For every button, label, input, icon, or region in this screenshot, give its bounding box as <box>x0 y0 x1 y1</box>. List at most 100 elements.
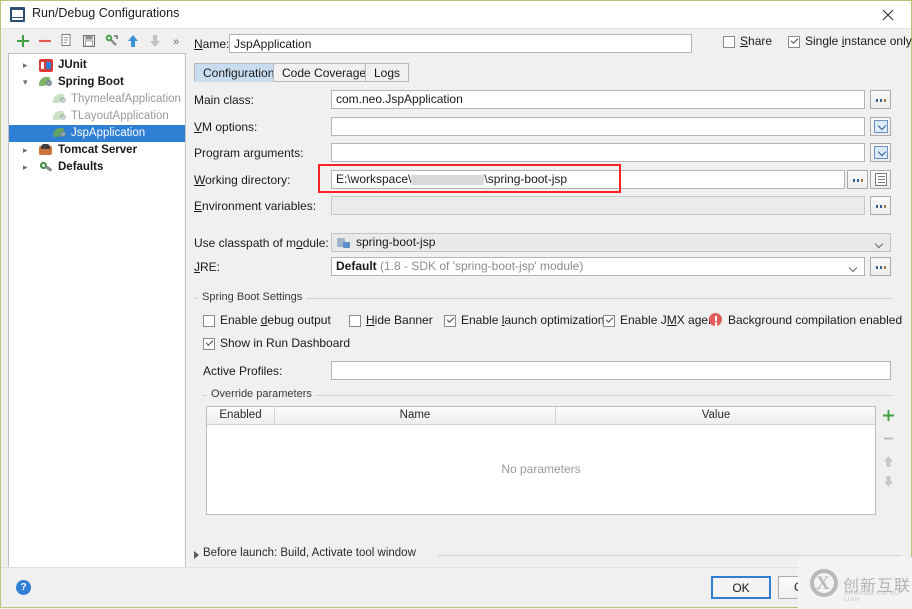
help-icon[interactable]: ? <box>16 580 31 595</box>
chevron-right-icon[interactable]: ▸ <box>23 159 33 176</box>
enable-debug-output-checkbox[interactable] <box>203 315 215 327</box>
spring-boot-icon <box>39 76 53 89</box>
watermark: X 创新互联 CHUANG XIN HU LIAN <box>798 557 912 609</box>
share-label: Share <box>740 34 773 48</box>
module-combobox[interactable]: spring-boot-jsp <box>331 233 891 252</box>
active-profiles-row: Active Profiles: <box>194 361 893 381</box>
redacted-path-segment <box>411 174 485 185</box>
enable-jmx-agent-checkbox[interactable] <box>603 315 615 327</box>
show-in-run-dashboard-label: Show in Run Dashboard <box>220 336 351 350</box>
tab-configuration[interactable]: Configuration <box>194 63 284 82</box>
close-icon[interactable] <box>865 1 911 28</box>
column-header-name[interactable]: Name <box>275 407 555 424</box>
working-directory-input[interactable]: E:\workspace\ \spring-boot-jsp <box>331 170 845 189</box>
move-parameter-up-button[interactable] <box>880 453 897 470</box>
spring-boot-icon <box>53 110 67 123</box>
tree-node-tlayoutapplication[interactable]: TLayoutApplication <box>9 108 185 125</box>
before-launch-section[interactable]: Before launch: Build, Activate tool wind… <box>194 547 901 563</box>
tab-bar: Configuration Code Coverage Logs <box>194 63 901 83</box>
intellij-idea-icon <box>10 7 25 22</box>
chevron-right-icon[interactable] <box>194 551 199 559</box>
environment-variables-input[interactable] <box>331 196 865 215</box>
enable-jmx-agent-label: Enable JMX agent <box>620 313 719 327</box>
browse-working-directory-button[interactable] <box>847 170 868 189</box>
vm-options-input[interactable] <box>331 117 865 136</box>
ok-button[interactable]: OK <box>711 576 771 599</box>
tree-node-label: TLayoutApplication <box>71 110 169 122</box>
override-parameters-table[interactable]: Enabled Name Value No parameters <box>206 406 876 515</box>
tab-logs[interactable]: Logs <box>365 63 410 82</box>
configuration-pane: Main class: com.neo.JspApplication VM op… <box>194 82 902 542</box>
run-debug-configurations-dialog: Run/Debug Configurations » ▸ JUnit ▾ Spr… <box>0 0 912 609</box>
active-profiles-input[interactable] <box>331 361 891 380</box>
program-arguments-row: Program arguments: <box>194 143 901 163</box>
working-directory-macros-button[interactable] <box>870 170 891 189</box>
program-arguments-input[interactable] <box>331 143 865 162</box>
error-circle-icon <box>709 313 722 326</box>
tree-node-tomcat-server[interactable]: ▸ Tomcat Server <box>9 142 185 159</box>
chevron-down-icon[interactable]: ▾ <box>23 74 33 91</box>
add-parameter-button[interactable] <box>880 407 897 424</box>
column-header-enabled[interactable]: Enabled <box>207 407 274 424</box>
column-header-value[interactable]: Value <box>556 407 876 424</box>
tree-node-label: Defaults <box>58 161 104 173</box>
main-class-label: Main class: <box>194 93 255 107</box>
jre-combobox[interactable]: Default (1.8 - SDK of 'spring-boot-jsp' … <box>331 257 865 276</box>
remove-parameter-button[interactable] <box>880 430 897 447</box>
expand-editor-icon <box>874 146 888 159</box>
use-classpath-of-module-label: Use classpath of module: <box>194 236 329 250</box>
enable-launch-optimization-checkbox[interactable] <box>444 315 456 327</box>
single-instance-only-checkbox[interactable] <box>788 36 800 48</box>
defaults-icon <box>39 161 53 174</box>
tree-node-junit[interactable]: ▸ JUnit <box>9 57 185 74</box>
chevron-right-icon[interactable]: ▸ <box>23 142 33 159</box>
browse-environment-variables-button[interactable] <box>870 196 891 215</box>
configurations-tree[interactable]: ▸ JUnit ▾ Spring Boot ThymeleafApplicati… <box>8 53 186 571</box>
before-launch-label: Before launch: Build, Activate tool wind… <box>203 547 416 559</box>
tab-code-coverage[interactable]: Code Coverage <box>273 63 376 82</box>
browse-jre-button[interactable] <box>870 257 891 276</box>
configurations-toolbar: » <box>7 31 185 53</box>
help-glyph: ? <box>20 582 27 593</box>
document-icon <box>875 173 887 186</box>
chevron-right-icon[interactable]: ▸ <box>23 57 33 74</box>
share-checkbox[interactable] <box>723 36 735 48</box>
tree-node-jspapplication[interactable]: JspApplication <box>9 125 185 142</box>
tree-node-label: Spring Boot <box>58 76 124 88</box>
jre-label: JRE: <box>194 260 221 274</box>
table-header-row: Enabled Name Value <box>207 407 875 425</box>
remove-configuration-button[interactable] <box>35 31 55 51</box>
expand-vm-options-button[interactable] <box>870 117 891 136</box>
watermark-x-glyph: X <box>816 573 830 594</box>
chevron-down-icon <box>850 265 857 269</box>
add-configuration-button[interactable] <box>13 31 33 51</box>
show-in-run-dashboard-checkbox[interactable] <box>203 338 215 350</box>
expand-program-arguments-button[interactable] <box>870 143 891 162</box>
main-class-input[interactable]: com.neo.JspApplication <box>331 90 865 109</box>
name-label: Name: <box>194 37 230 51</box>
tree-node-defaults[interactable]: ▸ Defaults <box>9 159 185 176</box>
single-instance-only-label: Single instance only <box>805 34 912 48</box>
tomcat-icon <box>39 144 53 157</box>
working-directory-label: Working directory: <box>194 173 291 187</box>
name-input[interactable] <box>229 34 692 53</box>
ellipsis-icon <box>875 266 887 269</box>
move-parameter-down-button[interactable] <box>880 473 897 490</box>
move-down-button[interactable] <box>145 31 165 51</box>
vm-options-label: VM options: <box>194 120 258 134</box>
edit-templates-wrench-icon[interactable] <box>101 31 121 51</box>
tree-node-thymeleafapplication[interactable]: ThymeleafApplication <box>9 91 185 108</box>
browse-main-class-button[interactable] <box>870 90 891 109</box>
spring-boot-icon <box>53 93 67 106</box>
working-directory-row: Working directory: E:\workspace\ \spring-… <box>194 170 901 190</box>
hide-banner-checkbox[interactable] <box>349 315 361 327</box>
ellipsis-icon <box>852 179 864 182</box>
save-configuration-button[interactable] <box>79 31 99 51</box>
more-options-button[interactable]: » <box>171 31 187 51</box>
move-up-button[interactable] <box>123 31 143 51</box>
tree-node-spring-boot[interactable]: ▾ Spring Boot <box>9 74 185 91</box>
tree-node-label: Tomcat Server <box>58 144 138 156</box>
junit-icon <box>39 59 53 72</box>
empty-table-message: No parameters <box>501 462 581 476</box>
copy-configuration-button[interactable] <box>57 31 77 51</box>
